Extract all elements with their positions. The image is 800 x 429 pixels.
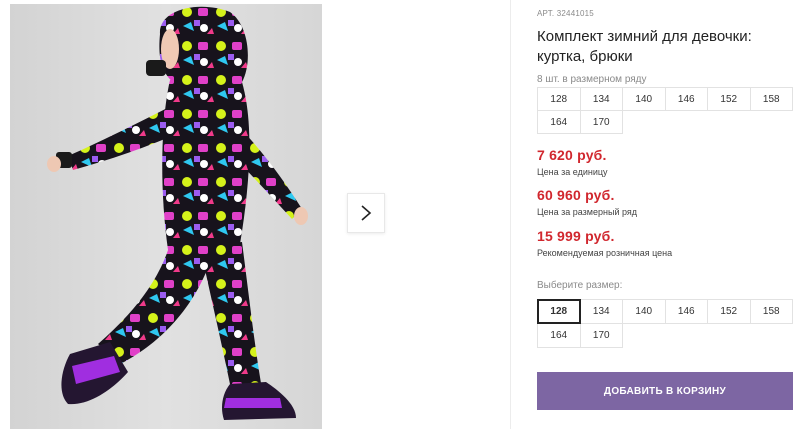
size-option[interactable]: 152: [707, 299, 751, 324]
panel-divider: [510, 0, 511, 429]
chevron-right-icon: [361, 205, 372, 221]
retail-price: 15 999 руб.: [537, 228, 615, 244]
product-gallery: [0, 0, 510, 429]
product-title: Комплект зимний для девочки: куртка, брю…: [537, 28, 752, 65]
size-option[interactable]: 158: [749, 299, 793, 324]
unit-price: 7 620 руб.: [537, 147, 607, 163]
size-row-item: 158: [749, 87, 793, 111]
size-option[interactable]: 140: [622, 299, 666, 324]
size-row-item: 128: [537, 87, 581, 111]
size-option[interactable]: 128: [537, 299, 581, 324]
select-size-hint: Выберите размер:: [537, 280, 623, 291]
size-select-grid: 128 134 140 146 152 158 164 170: [537, 299, 793, 348]
size-option[interactable]: 134: [579, 299, 623, 324]
add-to-cart-button[interactable]: ДОБАВИТЬ В КОРЗИНУ: [537, 372, 793, 410]
unit-price-label: Цена за единицу: [537, 167, 608, 177]
product-photo-illustration: [47, 6, 308, 420]
size-row-grid: 128 134 140 146 152 158 164 170: [537, 87, 793, 134]
next-image-button[interactable]: [347, 193, 385, 233]
size-option[interactable]: 170: [579, 323, 623, 348]
retail-price-label: Рекомендуемая розничная цена: [537, 248, 673, 258]
size-row-item: 146: [664, 87, 708, 111]
row-price-label: Цена за размерный ряд: [537, 207, 638, 217]
size-row-item: 140: [622, 87, 666, 111]
row-price: 60 960 руб.: [537, 187, 615, 203]
size-row-item: 134: [579, 87, 623, 111]
size-row-item: 164: [537, 110, 581, 134]
size-option[interactable]: 164: [537, 323, 581, 348]
size-option[interactable]: 146: [664, 299, 708, 324]
size-row-item: 152: [707, 87, 751, 111]
size-row-item: 170: [579, 110, 623, 134]
article-number: АРТ. 32441015: [537, 9, 594, 18]
product-image[interactable]: [10, 4, 322, 429]
size-row-hint: 8 шт. в размерном ряду: [537, 74, 647, 85]
